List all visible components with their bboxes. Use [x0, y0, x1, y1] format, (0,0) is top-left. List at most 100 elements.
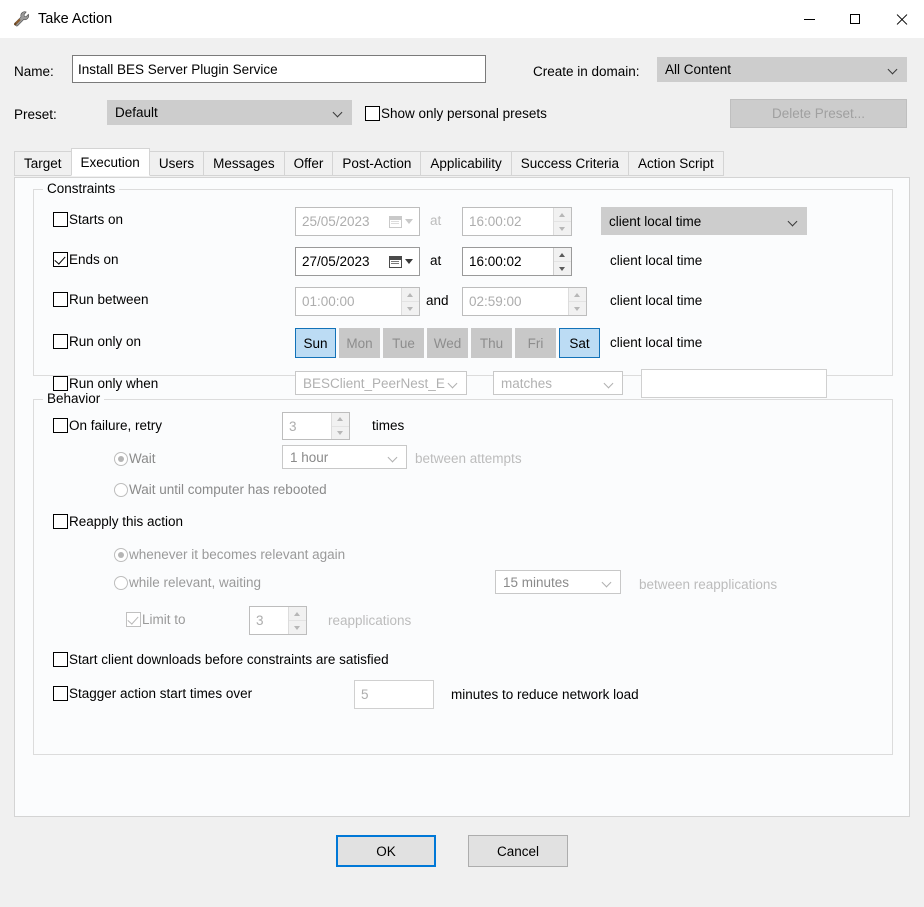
starts-on-checkbox[interactable]: Starts on [53, 212, 123, 227]
day-button-sat[interactable]: Sat [559, 328, 600, 358]
delete-preset-button[interactable]: Delete Preset... [730, 99, 907, 128]
day-label: Tue [392, 336, 415, 351]
day-button-tue[interactable]: Tue [383, 328, 424, 358]
wait-reboot-label: Wait until computer has rebooted [129, 482, 327, 497]
starts-on-time-spinner[interactable]: 16:00:02 [462, 207, 572, 236]
wait-label: Wait [129, 451, 156, 466]
reapply-action-checkbox[interactable]: Reapply this action [53, 514, 183, 529]
tab-strip: Target Execution Users Messages Offer Po… [14, 150, 910, 176]
preset-dropdown[interactable]: Default [107, 100, 352, 125]
tab-offer[interactable]: Offer [284, 151, 334, 176]
wait-duration-dropdown[interactable]: 1 hour [282, 445, 407, 469]
stagger-minutes-input[interactable]: 5 [354, 680, 434, 709]
wait-radio[interactable]: Wait [114, 451, 156, 466]
spinner-buttons[interactable] [331, 413, 349, 439]
tab-messages[interactable]: Messages [203, 151, 285, 176]
retry-times-label: times [372, 418, 404, 433]
ok-label: OK [376, 844, 396, 859]
day-button-sun[interactable]: Sun [295, 328, 336, 358]
execution-tab-panel: Constraints Starts on 25/05/2023 at 16:0… [14, 177, 910, 817]
run-between-timezone-label: client local time [610, 293, 702, 308]
day-label: Mon [346, 336, 372, 351]
spinner-down-icon[interactable] [554, 221, 571, 235]
day-button-thu[interactable]: Thu [471, 328, 512, 358]
spinner-down-icon[interactable] [289, 620, 306, 634]
checkbox-box [53, 686, 68, 701]
tab-label: Messages [213, 156, 275, 171]
starts-on-timezone-dropdown[interactable]: client local time [601, 207, 807, 235]
spinner-up-icon[interactable] [402, 288, 419, 301]
show-personal-presets-checkbox[interactable]: Show only personal presets [365, 106, 547, 121]
day-button-fri[interactable]: Fri [515, 328, 556, 358]
run-between-to-spinner[interactable]: 02:59:00 [462, 287, 587, 316]
spinner-buttons[interactable] [401, 288, 419, 315]
wait-duration-value: 1 hour [290, 450, 389, 465]
while-relevant-radio[interactable]: while relevant, waiting [114, 575, 261, 590]
whenever-relevant-radio[interactable]: whenever it becomes relevant again [114, 547, 345, 562]
run-only-when-operator-dropdown[interactable]: matches [493, 371, 623, 395]
tab-applicability[interactable]: Applicability [420, 151, 511, 176]
ends-on-date-input[interactable]: 27/05/2023 [295, 247, 420, 276]
run-between-from-spinner[interactable]: 01:00:00 [295, 287, 420, 316]
tab-action-script[interactable]: Action Script [628, 151, 724, 176]
limit-count-spinner[interactable]: 3 [249, 606, 307, 635]
window-title: Take Action [38, 12, 112, 27]
day-button-mon[interactable]: Mon [339, 328, 380, 358]
run-between-checkbox[interactable]: Run between [53, 292, 149, 307]
retry-count-spinner[interactable]: 3 [282, 412, 350, 440]
run-between-from-value: 01:00:00 [296, 288, 401, 315]
start-downloads-label: Start client downloads before constraint… [69, 652, 389, 667]
name-input[interactable] [72, 55, 486, 83]
ends-on-checkbox[interactable]: Ends on [53, 252, 119, 267]
spinner-up-icon[interactable] [289, 607, 306, 620]
radio-button [114, 548, 128, 562]
window-controls [786, 0, 924, 38]
run-only-when-operator-value: matches [501, 376, 605, 391]
tab-success-criteria[interactable]: Success Criteria [511, 151, 629, 176]
spinner-up-icon[interactable] [554, 248, 571, 261]
starts-on-date-input[interactable]: 25/05/2023 [295, 207, 420, 236]
close-button[interactable] [878, 0, 924, 38]
chevron-down-icon [405, 219, 413, 224]
spinner-down-icon[interactable] [569, 301, 586, 315]
maximize-button[interactable] [832, 0, 878, 38]
tab-label: Action Script [638, 156, 714, 171]
close-icon [895, 13, 907, 25]
spinner-buttons[interactable] [553, 208, 571, 235]
minimize-button[interactable] [786, 0, 832, 38]
run-only-when-checkbox[interactable]: Run only when [53, 376, 158, 391]
tab-execution[interactable]: Execution [71, 148, 150, 176]
run-only-when-value-input[interactable] [641, 369, 827, 398]
spinner-up-icon[interactable] [569, 288, 586, 301]
tab-post-action[interactable]: Post-Action [332, 151, 421, 176]
radio-button [114, 576, 128, 590]
limit-to-checkbox[interactable]: Limit to [126, 612, 186, 627]
spinner-down-icon[interactable] [332, 426, 349, 440]
chevron-down-icon [603, 578, 612, 587]
spinner-buttons[interactable] [553, 248, 571, 275]
on-failure-retry-checkbox[interactable]: On failure, retry [53, 418, 162, 433]
spinner-up-icon[interactable] [332, 413, 349, 426]
spinner-down-icon[interactable] [402, 301, 419, 315]
spinner-up-icon[interactable] [554, 208, 571, 221]
reapply-interval-dropdown[interactable]: 15 minutes [495, 570, 621, 594]
day-button-wed[interactable]: Wed [427, 328, 468, 358]
chevron-down-icon [889, 65, 898, 74]
run-between-and-label: and [426, 293, 449, 308]
checkbox-box [53, 652, 68, 667]
ends-on-time-spinner[interactable]: 16:00:02 [462, 247, 572, 276]
create-in-domain-dropdown[interactable]: All Content [657, 57, 907, 82]
spinner-buttons[interactable] [288, 607, 306, 634]
run-only-on-checkbox[interactable]: Run only on [53, 334, 141, 349]
cancel-button[interactable]: Cancel [468, 835, 568, 867]
spinner-buttons[interactable] [568, 288, 586, 315]
spinner-down-icon[interactable] [554, 261, 571, 275]
run-only-when-property-dropdown[interactable]: BESClient_PeerNest_E [295, 371, 467, 395]
tab-target[interactable]: Target [14, 151, 72, 176]
stagger-checkbox[interactable]: Stagger action start times over [53, 686, 252, 701]
limit-count-value: 3 [250, 607, 288, 634]
start-downloads-checkbox[interactable]: Start client downloads before constraint… [53, 652, 389, 667]
ok-button[interactable]: OK [336, 835, 436, 867]
tab-users[interactable]: Users [149, 151, 204, 176]
wait-reboot-radio[interactable]: Wait until computer has rebooted [114, 482, 327, 497]
